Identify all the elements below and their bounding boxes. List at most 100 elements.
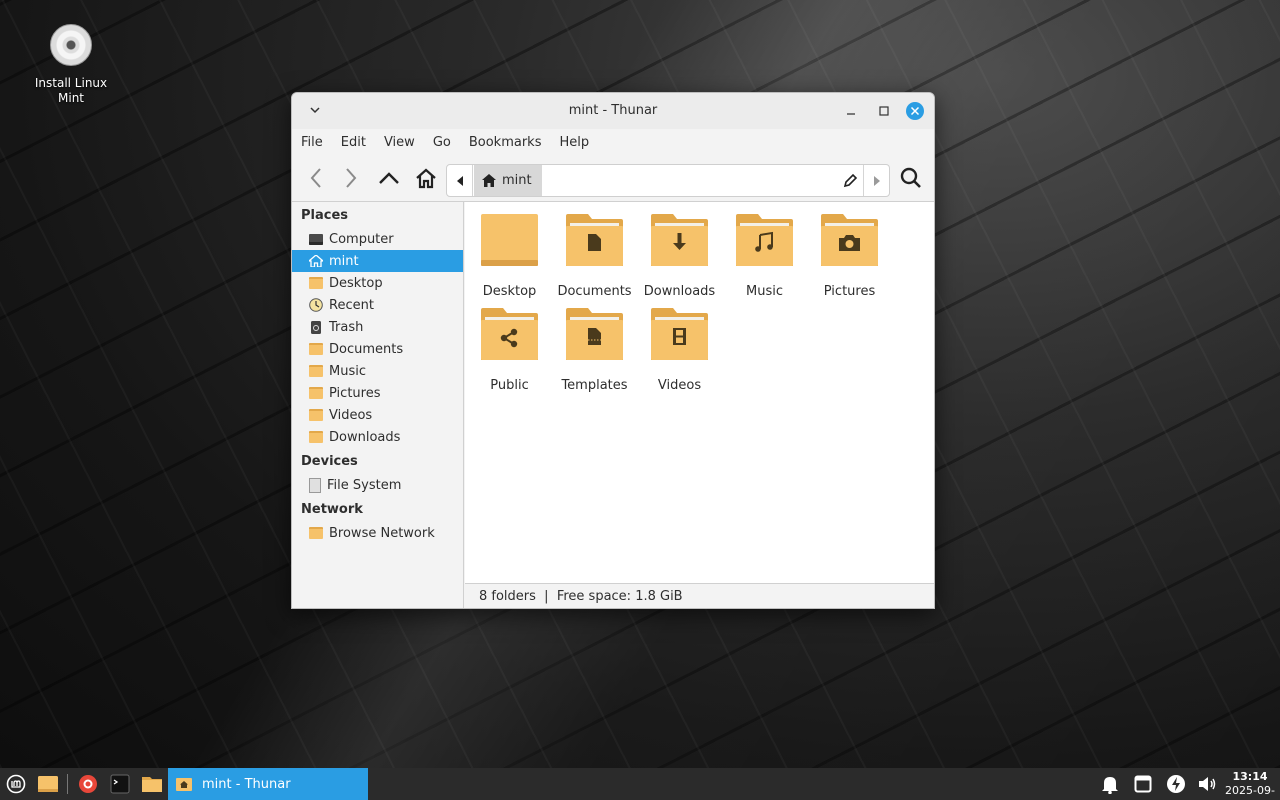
- location-scroll-right[interactable]: [863, 165, 889, 196]
- file-item-music[interactable]: Music: [722, 214, 807, 299]
- menu-bookmarks[interactable]: Bookmarks: [469, 135, 551, 150]
- up-arrow-icon: [379, 172, 399, 184]
- file-name: Videos: [657, 378, 702, 393]
- thunar-window: mint - Thunar File Edit View Go Bookmark…: [291, 92, 935, 609]
- sidebar-item-pictures[interactable]: Pictures: [292, 382, 463, 404]
- sidebar-item-videos[interactable]: Videos: [292, 404, 463, 426]
- search-button[interactable]: [896, 163, 926, 193]
- firefox-icon: [79, 775, 97, 793]
- parent-folder-button[interactable]: [374, 163, 404, 193]
- folder-pictures-icon: [821, 214, 878, 266]
- sidebar-heading-places: Places: [301, 208, 349, 223]
- workspace-button[interactable]: [1132, 773, 1154, 795]
- file-item-templates[interactable]: Templates: [552, 308, 637, 393]
- content-area: Places Computer mint Desktop Recent Tras…: [292, 201, 934, 608]
- home-button[interactable]: [411, 163, 441, 193]
- clock[interactable]: 13:14 2025-09-03: [1222, 770, 1278, 800]
- file-view[interactable]: Desktop Documents Downloads Music Pictur…: [465, 202, 934, 583]
- folder-icon: [481, 214, 538, 266]
- folder-templates-icon: [566, 308, 623, 360]
- file-item-desktop[interactable]: Desktop: [467, 214, 552, 299]
- menu-file[interactable]: File: [301, 135, 332, 150]
- file-item-videos[interactable]: Videos: [637, 308, 722, 393]
- caret-left-icon: [456, 175, 463, 186]
- sidebar-item-music[interactable]: Music: [292, 360, 463, 382]
- speaker-icon: [1199, 777, 1216, 791]
- launcher-files-2[interactable]: [141, 773, 163, 795]
- sidebar-item-label: Documents: [329, 341, 404, 357]
- home-icon: [416, 168, 436, 189]
- terminal-icon: [110, 774, 130, 794]
- folder-home-icon: [176, 778, 192, 791]
- search-icon: [900, 167, 921, 188]
- home-icon: [309, 255, 323, 267]
- status-bar: 8 folders | Free space: 1.8 GiB: [465, 583, 934, 608]
- sidebar-item-recent[interactable]: Recent: [292, 294, 463, 316]
- sidebar-item-file-system[interactable]: File System: [292, 474, 463, 496]
- folder-documents-icon: [566, 214, 623, 266]
- window-icon: [1134, 775, 1152, 793]
- sidebar-heading-devices: Devices: [301, 454, 358, 469]
- power-button[interactable]: [1165, 773, 1187, 795]
- clock-date: 2025-09-03: [1225, 784, 1275, 800]
- folder-videos-icon: [309, 409, 323, 421]
- desktop-icon-install-linux-mint[interactable]: Install Linux Mint: [30, 24, 112, 106]
- taskbar: mint - Thunar 13:14 2025-09-03: [0, 768, 1280, 800]
- menu-edit[interactable]: Edit: [341, 135, 375, 150]
- sidebar-heading-network: Network: [301, 502, 363, 517]
- edit-location-pencil-icon[interactable]: [843, 173, 858, 188]
- window-title: mint - Thunar: [568, 103, 658, 118]
- sidebar-item-label: Music: [329, 363, 366, 379]
- folder-music-icon: [309, 365, 323, 377]
- breadcrumb-label: mint: [502, 173, 532, 188]
- sidebar-item-desktop[interactable]: Desktop: [292, 272, 463, 294]
- clock-icon: [309, 298, 323, 312]
- location-scroll-left[interactable]: [447, 165, 473, 196]
- menu-bar: File Edit View Go Bookmarks Help: [292, 129, 934, 155]
- notifications-button[interactable]: [1099, 773, 1121, 795]
- sidebar-item-documents[interactable]: Documents: [292, 338, 463, 360]
- minimize-button[interactable]: [842, 102, 860, 120]
- start-menu-button[interactable]: [5, 773, 27, 795]
- folder-icon: [38, 776, 58, 792]
- launcher-terminal[interactable]: [109, 773, 131, 795]
- folder-videos-icon: [651, 308, 708, 360]
- launcher-firefox[interactable]: [77, 773, 99, 795]
- title-bar[interactable]: mint - Thunar: [292, 93, 934, 129]
- maximize-button[interactable]: [875, 102, 893, 120]
- sidebar: Places Computer mint Desktop Recent Tras…: [292, 202, 464, 608]
- menu-go[interactable]: Go: [433, 135, 460, 150]
- back-button[interactable]: [301, 163, 331, 193]
- volume-button[interactable]: [1197, 773, 1219, 795]
- file-item-downloads[interactable]: Downloads: [637, 214, 722, 299]
- disc-icon: [50, 24, 92, 66]
- sidebar-item-label: Computer: [329, 231, 394, 247]
- sidebar-item-trash[interactable]: Trash: [292, 316, 463, 338]
- sidebar-item-label: File System: [327, 477, 402, 493]
- menu-help[interactable]: Help: [559, 135, 598, 150]
- sidebar-item-label: mint: [329, 253, 359, 269]
- location-bar[interactable]: mint: [446, 164, 890, 197]
- sidebar-item-downloads[interactable]: Downloads: [292, 426, 463, 448]
- breadcrumb-mint[interactable]: mint: [474, 165, 542, 196]
- folder-icon: [309, 277, 323, 289]
- file-item-documents[interactable]: Documents: [552, 214, 637, 299]
- file-item-public[interactable]: Public: [467, 308, 552, 393]
- task-label: mint - Thunar: [202, 776, 291, 792]
- sidebar-item-mint[interactable]: mint: [292, 250, 463, 272]
- launcher-files[interactable]: [37, 773, 59, 795]
- task-thunar[interactable]: mint - Thunar: [168, 768, 368, 800]
- folder-icon: [142, 777, 162, 792]
- sidebar-item-browse-network[interactable]: Browse Network: [292, 522, 463, 544]
- close-button[interactable]: [906, 102, 924, 120]
- folder-music-icon: [736, 214, 793, 266]
- file-name: Templates: [561, 378, 628, 393]
- home-small-icon: [482, 174, 496, 187]
- file-name: Public: [490, 378, 529, 393]
- file-item-pictures[interactable]: Pictures: [807, 214, 892, 299]
- forward-button[interactable]: [336, 163, 366, 193]
- file-name: Desktop: [482, 284, 537, 299]
- sidebar-item-computer[interactable]: Computer: [292, 228, 463, 250]
- sidebar-item-label: Videos: [329, 407, 373, 423]
- menu-view[interactable]: View: [384, 135, 424, 150]
